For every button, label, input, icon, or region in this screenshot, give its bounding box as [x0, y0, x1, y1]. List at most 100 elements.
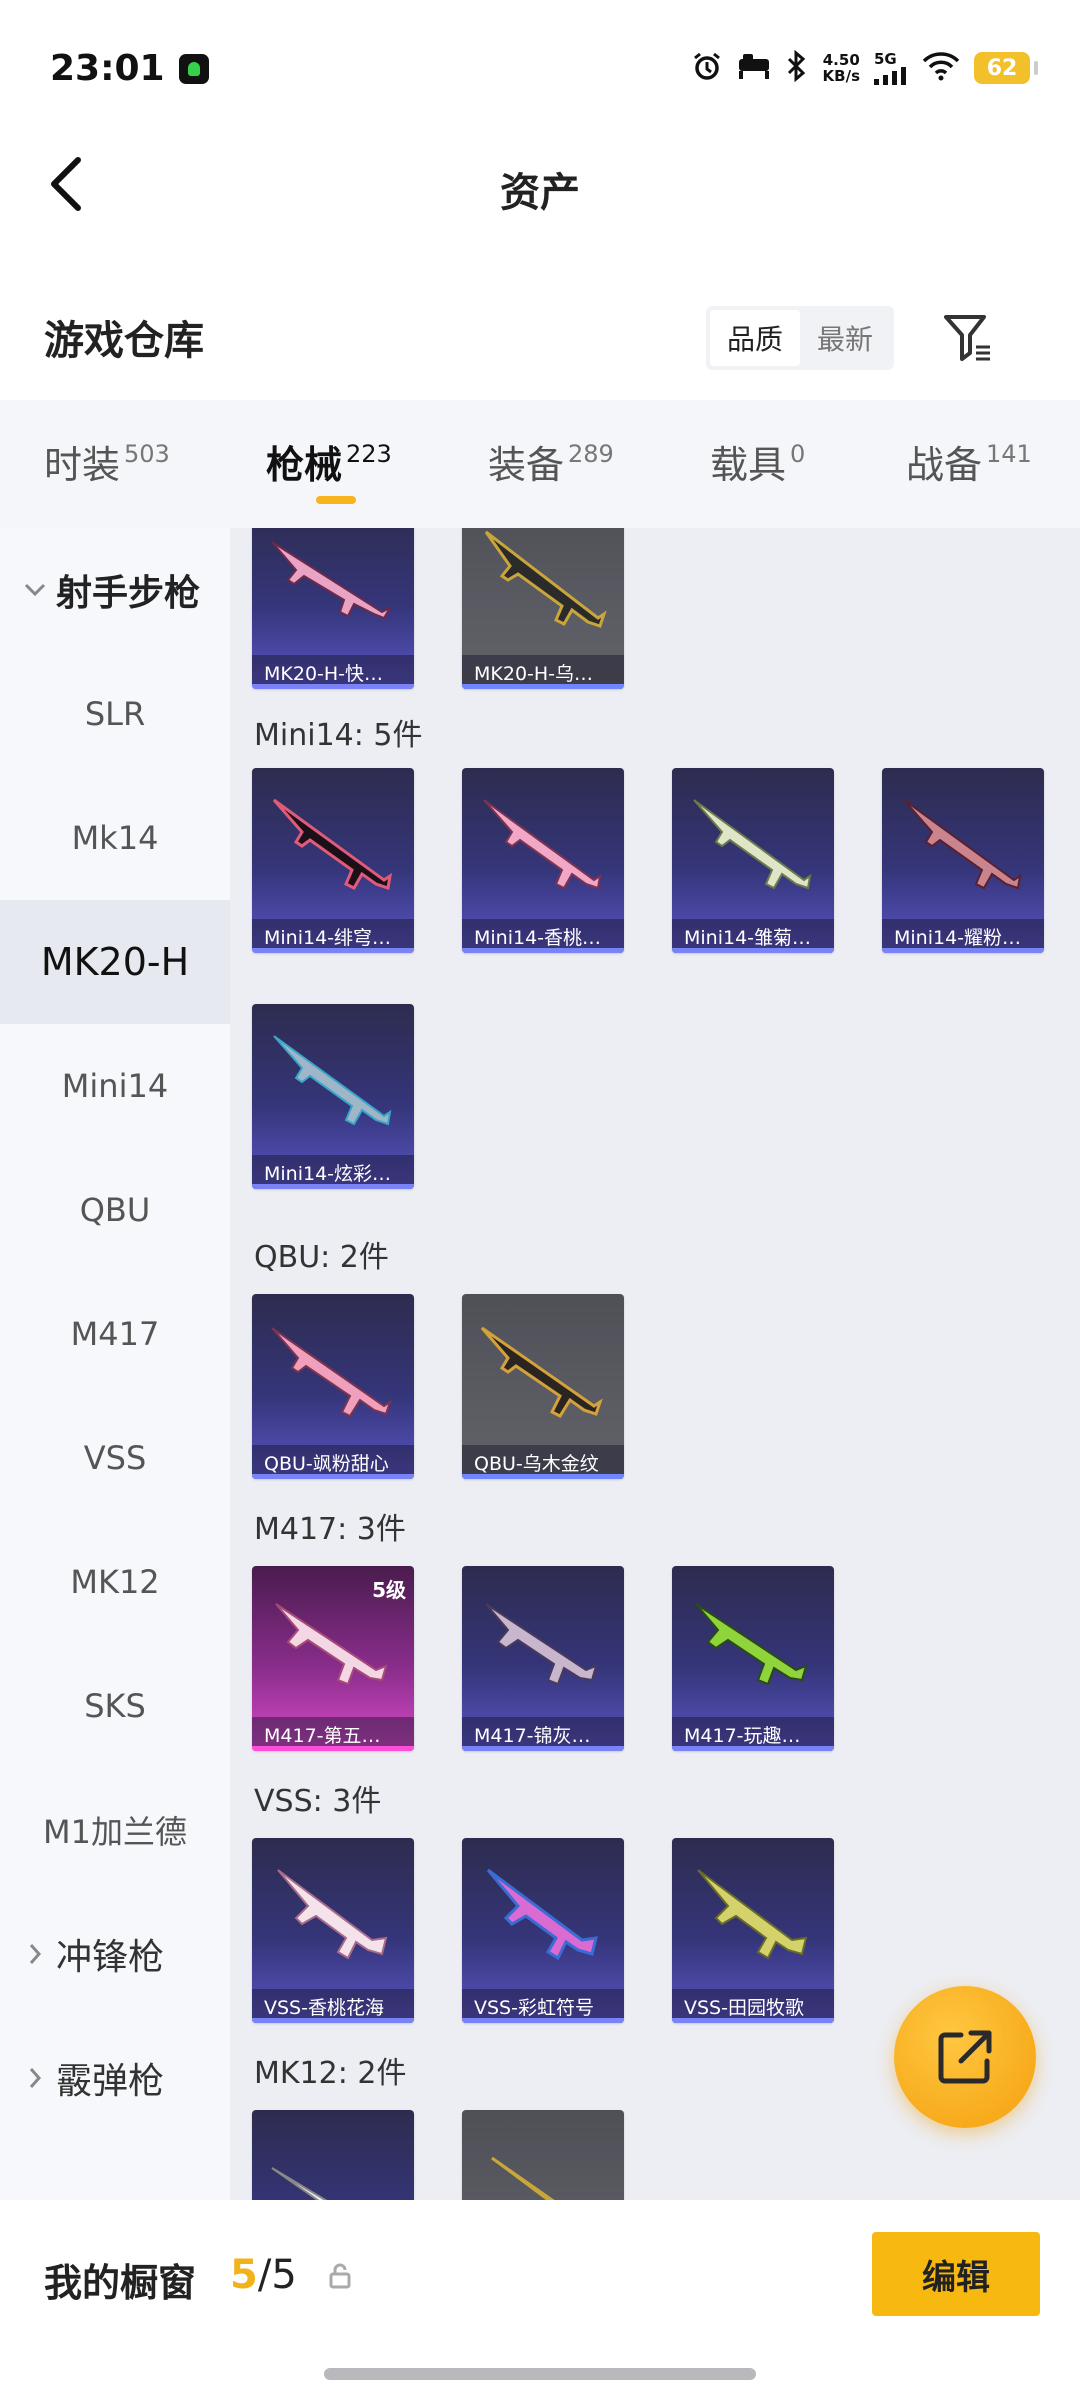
rarity-bar: [252, 948, 414, 953]
sidebar-item-sks[interactable]: SKS: [0, 1644, 230, 1768]
sidebar-group-marksman[interactable]: 射手步枪: [0, 528, 230, 652]
category-tabs: 时装 503 枪械 223 装备 289 载具 0 战备 141: [0, 400, 1080, 528]
weapon-type-sidebar: 射手步枪 SLR Mk14 MK20-H Mini14 QBU M417 VSS…: [0, 528, 230, 2200]
showcase-label: 我的橱窗: [44, 2261, 197, 2305]
tab-supplies[interactable]: 战备 141: [906, 434, 1032, 489]
wifi-icon: [922, 51, 960, 85]
home-indicator[interactable]: [324, 2368, 756, 2380]
category-label-mk12: MK12: 2件: [254, 2056, 407, 2091]
weapon-card[interactable]: Mini14-雏菊…: [672, 768, 834, 953]
status-time: 23:01: [50, 48, 209, 89]
weapon-card[interactable]: Mini14-耀粉…: [882, 768, 1044, 953]
status-bar: 23:01 4.50 KB/s 5G 62: [0, 0, 1080, 140]
active-tab-indicator: [316, 496, 356, 504]
rifle-skin-image: [483, 799, 602, 890]
weapon-card[interactable]: QBU-飒粉甜心: [252, 1294, 414, 1479]
chevron-right-icon: [18, 1942, 52, 1966]
showcase-bar: 我的橱窗 5/5 编辑: [0, 2200, 1080, 2400]
showcase-count: 5/5: [230, 2252, 297, 2298]
rifle-skin-image: [695, 1603, 808, 1686]
signal-icon: [874, 67, 906, 85]
level-badge: 5级: [372, 1578, 406, 1602]
sidebar-item-qbu[interactable]: QBU: [0, 1148, 230, 1272]
sort-toggle: 品质 最新: [706, 306, 894, 370]
sidebar-item-mini14[interactable]: Mini14: [0, 1024, 230, 1148]
tab-fashion[interactable]: 时装 503: [44, 434, 170, 489]
rarity-bar: [252, 1746, 414, 1751]
battery-indicator: 62: [974, 52, 1038, 84]
rifle-skin-image: [903, 799, 1022, 890]
rifle-skin-image: [271, 2167, 328, 2200]
rarity-bar: [462, 2018, 624, 2023]
status-icons: 4.50 KB/s 5G 62: [691, 49, 1038, 86]
weapon-card[interactable]: VSS-田园牧歌: [672, 1838, 834, 2023]
category-label-m417: M417: 3件: [254, 1512, 406, 1547]
network-speed: 4.50 KB/s: [822, 51, 860, 85]
rifle-skin-image: [480, 1326, 603, 1418]
weapon-card[interactable]: Mini14-香桃…: [462, 768, 624, 953]
alarm-icon: [691, 50, 723, 86]
rifle-skin-image: [272, 798, 393, 890]
rifle-skin-image: [491, 2156, 555, 2200]
rarity-bar: [672, 2018, 834, 2023]
rifle-skin-image: [486, 1868, 598, 1961]
rifle-skin-image: [271, 541, 393, 620]
rifle-skin-image: [277, 1869, 388, 1960]
share-fab[interactable]: [894, 1986, 1036, 2128]
rifle-skin-image: [693, 799, 812, 890]
rarity-bar: [252, 2018, 414, 2023]
tab-equipment[interactable]: 装备 289: [488, 434, 614, 489]
edit-button[interactable]: 编辑: [872, 2232, 1040, 2316]
weapon-card[interactable]: VSS-香桃花海: [252, 1838, 414, 2023]
weapon-card[interactable]: [252, 2110, 414, 2200]
rifle-skin-image: [484, 530, 607, 628]
weapon-card[interactable]: M417-锦灰…: [462, 1566, 624, 1751]
rarity-bar: [672, 948, 834, 953]
chevron-down-icon: [18, 582, 52, 598]
filter-button[interactable]: [938, 308, 998, 368]
rifle-skin-image: [271, 1327, 392, 1418]
rifle-skin-image: [485, 1603, 598, 1686]
weapon-card[interactable]: QBU-乌木金纹: [462, 1294, 624, 1479]
rarity-bar: [252, 1184, 414, 1189]
weapon-card[interactable]: M417-玩趣…: [672, 1566, 834, 1751]
weapon-card[interactable]: 5级 M417-第五…: [252, 1566, 414, 1751]
weapon-card[interactable]: [462, 2110, 624, 2200]
weapon-card[interactable]: Mini14-绯穹…: [252, 768, 414, 953]
bluetooth-icon: [785, 49, 809, 86]
share-external-icon: [938, 2030, 992, 2084]
rifle-skin-image: [273, 1035, 392, 1126]
rarity-bar: [252, 1474, 414, 1479]
sidebar-group-shotgun[interactable]: 霰弹枪: [0, 2016, 230, 2140]
rarity-bar: [252, 684, 414, 689]
sort-newest-button[interactable]: 最新: [800, 310, 890, 366]
tab-firearms[interactable]: 枪械 223: [266, 434, 392, 489]
category-label-vss: VSS: 3件: [254, 1784, 382, 1819]
sidebar-item-mk20h[interactable]: MK20-H: [0, 900, 230, 1024]
lock-icon: [328, 2262, 352, 2294]
rarity-bar: [462, 684, 624, 689]
weapon-card[interactable]: MK20-H-快…: [252, 528, 414, 689]
sidebar-item-m1-garand[interactable]: M1加兰德: [0, 1768, 230, 1892]
sort-quality-button[interactable]: 品质: [710, 310, 800, 366]
weapon-card[interactable]: VSS-彩虹符号: [462, 1838, 624, 2023]
sidebar-item-mk12[interactable]: MK12: [0, 1520, 230, 1644]
app-notification-icon: [178, 53, 209, 84]
weapon-card[interactable]: MK20-H-乌…: [462, 528, 624, 689]
rarity-bar: [462, 1474, 624, 1479]
rarity-bar: [462, 948, 624, 953]
sidebar-item-slr[interactable]: SLR: [0, 652, 230, 776]
rarity-bar: [672, 1746, 834, 1751]
sidebar-group-smg[interactable]: 冲锋枪: [0, 1892, 230, 2016]
tab-vehicles[interactable]: 载具 0: [710, 434, 805, 489]
weapon-card[interactable]: Mini14-炫彩…: [252, 1004, 414, 1189]
rarity-bar: [882, 948, 1044, 953]
category-label-mini14: Mini14: 5件: [254, 718, 423, 753]
page-title: 资产: [500, 170, 580, 216]
sidebar-item-vss[interactable]: VSS: [0, 1396, 230, 1520]
nav-header: 资产: [0, 140, 1080, 230]
sidebar-item-m417[interactable]: M417: [0, 1272, 230, 1396]
sleep-mode-icon: [737, 51, 771, 85]
sidebar-item-mk14[interactable]: Mk14: [0, 776, 230, 900]
section-title: 游戏仓库: [44, 318, 204, 364]
